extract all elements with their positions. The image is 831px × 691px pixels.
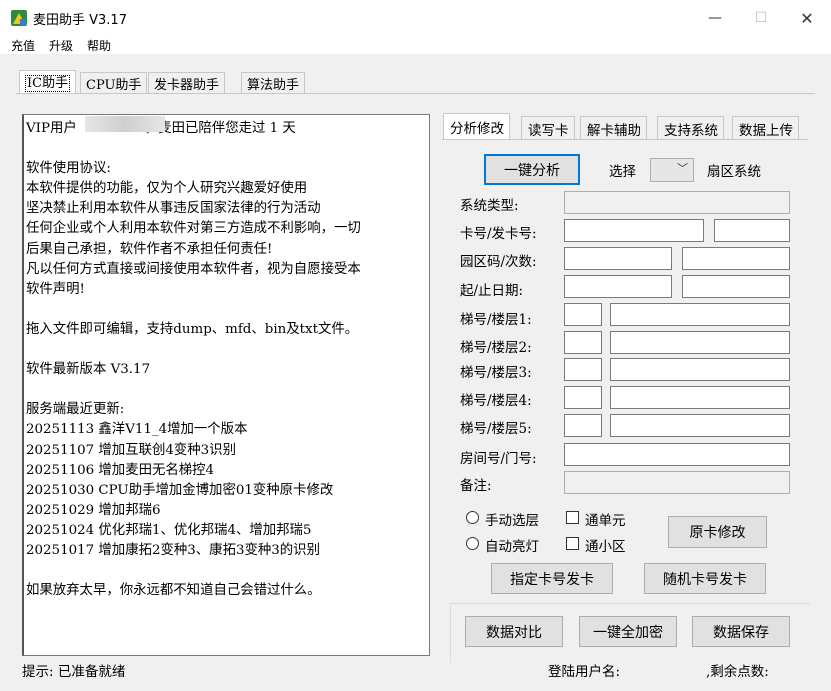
floor4-label: 梯号/楼层4: (460, 393, 532, 409)
maximize-button[interactable]: ☐ (738, 0, 784, 36)
floor2-input[interactable] (610, 331, 790, 354)
one-click-analysis-button[interactable]: 一键分析 (484, 154, 580, 185)
window-title: 麦田助手 V3.17 (33, 13, 127, 28)
info-line: 凡以任何方式直接或间接使用本软件者，视为自愿接受本 (26, 261, 361, 277)
elevator2-input[interactable] (564, 331, 602, 354)
system-type-field (564, 191, 790, 214)
tab-algorithm-assistant[interactable]: 算法助手 (241, 72, 306, 93)
info-line: 服务端最近更新: (26, 402, 125, 418)
info-line: VIP用户 ，麦田已陪伴您走过 1 天 (26, 121, 296, 136)
info-text: VIP用户 ，麦田已陪伴您走过 1 天 软件使用协议: 本软件提供的功能，仅为个人… (26, 119, 361, 601)
floor3-label: 梯号/楼层3: (460, 365, 532, 381)
date-range-label: 起/止日期: (460, 283, 524, 299)
tab-divider (16, 93, 815, 94)
minimize-button[interactable]: — (692, 0, 738, 36)
info-text-area[interactable]: VIP用户 ，麦田已陪伴您走过 1 天 软件使用协议: 本软件提供的功能，仅为个人… (22, 114, 430, 656)
card-no-label: 卡号/发卡号: (460, 226, 537, 242)
info-line: 本软件提供的功能，仅为个人研究兴趣爱好使用 (26, 181, 308, 197)
tab-card-issuer-assistant[interactable]: 发卡器助手 (148, 72, 226, 93)
info-line (26, 380, 361, 400)
manual-floor-radio[interactable] (466, 511, 479, 524)
floor5-label: 梯号/楼层5: (460, 421, 532, 437)
app-icon (11, 10, 27, 26)
subtab-analysis[interactable]: 分析修改 (443, 113, 510, 140)
random-card-number-button[interactable]: 随机卡号发卡 (644, 563, 766, 594)
tab-cpu-assistant[interactable]: CPU助手 (80, 72, 148, 93)
room-label: 房间号/门号: (460, 451, 537, 467)
floor2-label: 梯号/楼层2: (460, 340, 532, 356)
info-line: 20251106 增加麦田无名梯控4 (26, 462, 215, 478)
floor1-input[interactable] (610, 303, 790, 326)
subtab-data-upload[interactable]: 数据上传 (732, 116, 799, 139)
elevator4-input[interactable] (564, 386, 602, 409)
assign-card-number-button[interactable]: 指定卡号发卡 (491, 563, 613, 594)
count-input[interactable] (682, 247, 790, 270)
end-date-input[interactable] (682, 275, 790, 298)
info-line: 软件使用协议: (26, 161, 111, 177)
status-hint: 提示: 已准备就绪 (22, 664, 126, 680)
info-line: 如果放弃太早，你永远都不知道自己会错过什么。 (26, 583, 321, 599)
info-line: 任何企业或个人利用本软件对第三方造成不利影响，一切 (26, 221, 361, 237)
sector-system-label: 扇区系统 (707, 164, 761, 180)
start-date-input[interactable] (564, 275, 672, 298)
menu-recharge[interactable]: 充值 (11, 37, 35, 54)
park-code-label: 园区码/次数: (460, 254, 537, 270)
info-line (26, 561, 361, 581)
elevator5-input[interactable] (564, 414, 602, 437)
whole-district-label: 通小区 (585, 539, 626, 555)
floor5-input[interactable] (610, 414, 790, 437)
menu-upgrade[interactable]: 升级 (49, 37, 73, 54)
info-line: 20251024 优化邦瑞1、优化邦瑞4、增加邦瑞5 (26, 522, 312, 538)
card-no-input[interactable] (564, 219, 704, 242)
info-line: 坚决禁止利用本软件从事违反国家法律的行为活动 (26, 201, 321, 217)
single-unit-checkbox[interactable] (566, 511, 579, 524)
room-input[interactable] (564, 443, 790, 466)
system-type-label: 系统类型: (460, 198, 519, 214)
single-unit-label: 通单元 (585, 513, 626, 529)
encrypt-all-button[interactable]: 一键全加密 (579, 616, 677, 647)
redacted-username (85, 116, 165, 132)
elevator1-input[interactable] (564, 303, 602, 326)
info-line: 后果自己承担，软件作者不承担任何责任! (26, 241, 273, 257)
info-line: 拖入文件即可编辑，支持dump、mfd、bin及txt文件。 (26, 321, 359, 337)
select-label: 选择 (609, 164, 636, 180)
subtab-supported-systems[interactable]: 支持系统 (657, 116, 724, 139)
subtab-divider (442, 139, 808, 140)
floor1-label: 梯号/楼层1: (460, 312, 532, 328)
subtab-decode-helper[interactable]: 解卡辅助 (580, 116, 647, 139)
remark-field (564, 471, 790, 494)
subtab-read-write[interactable]: 读写卡 (521, 116, 575, 139)
login-user-label: 登陆用户名: (548, 664, 621, 680)
remark-label: 备注: (460, 478, 492, 494)
issue-no-input[interactable] (714, 219, 790, 242)
info-line: 20251107 增加互联创4变种3识别 (26, 442, 236, 458)
info-line: 软件声明! (26, 281, 85, 297)
info-line (26, 340, 361, 360)
floor4-input[interactable] (610, 386, 790, 409)
data-compare-button[interactable]: 数据对比 (465, 616, 563, 647)
info-line: 20251113 鑫洋V11_4增加一个版本 (26, 422, 248, 438)
menu-bar (0, 36, 831, 54)
info-line: 20251029 增加邦瑞6 (26, 502, 161, 518)
tab-ic-assistant[interactable]: IC助手 (19, 70, 77, 93)
floor3-input[interactable] (610, 358, 790, 381)
remaining-points-label: ,剩余点数: (706, 664, 769, 680)
park-code-input[interactable] (564, 247, 672, 270)
info-line: 20251017 增加康拓2变种3、康拓3变种3的识别 (26, 542, 320, 558)
whole-district-checkbox[interactable] (566, 537, 579, 550)
info-line (26, 300, 361, 320)
menu-help[interactable]: 帮助 (87, 37, 111, 54)
manual-floor-label: 手动选层 (485, 513, 539, 529)
close-button[interactable]: ✕ (784, 0, 830, 36)
info-line: 20251030 CPU助手增加金博加密01变种原卡修改 (26, 482, 334, 498)
modify-original-card-button[interactable]: 原卡修改 (668, 516, 767, 548)
auto-light-radio[interactable] (466, 537, 479, 550)
info-line (26, 139, 361, 159)
elevator3-input[interactable] (564, 358, 602, 381)
auto-light-label: 自动亮灯 (485, 539, 539, 555)
chevron-down-icon: ﹀ (677, 162, 688, 175)
data-save-button[interactable]: 数据保存 (692, 616, 790, 647)
info-line: 软件最新版本 V3.17 (26, 362, 151, 378)
